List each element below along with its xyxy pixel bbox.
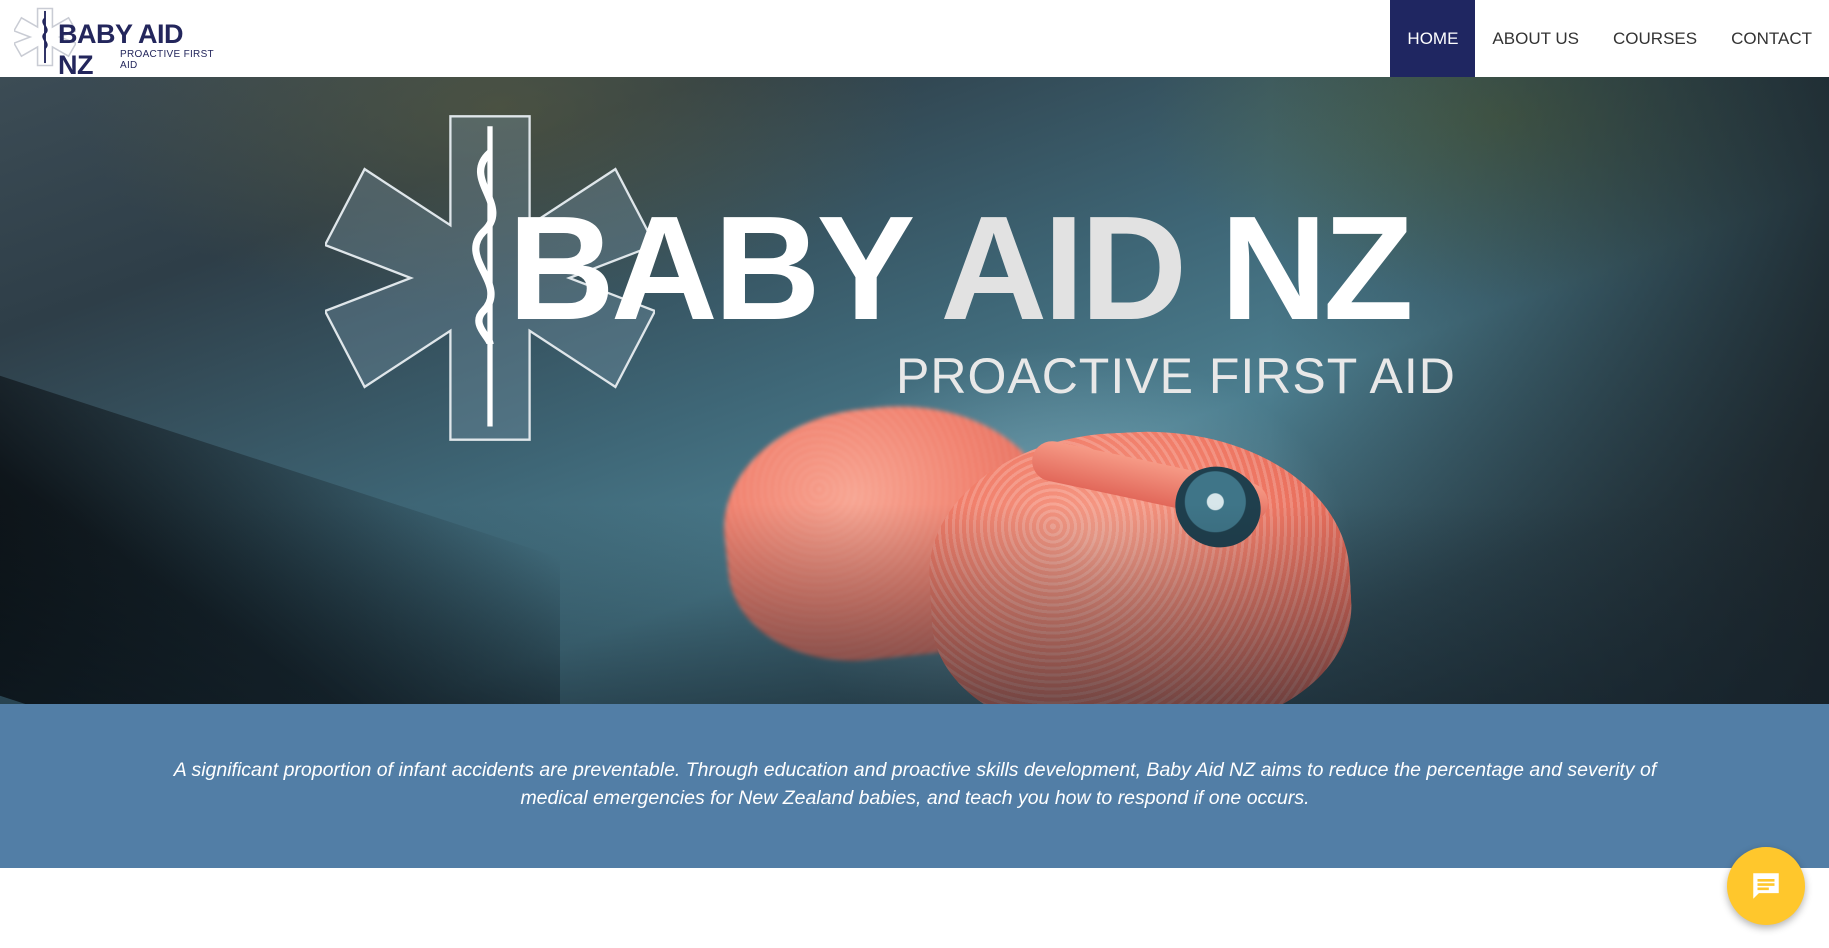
main-nav: HOME ABOUT US COURSES CONTACT	[1390, 0, 1829, 77]
mission-text: A significant proportion of infant accid…	[173, 759, 1657, 809]
nav-courses[interactable]: COURSES	[1596, 0, 1714, 77]
hero-title-part3: NZ	[1220, 186, 1413, 351]
hero-subtitle: PROACTIVE FIRST AID	[896, 348, 1456, 404]
hero-title-part2: AID	[940, 186, 1187, 351]
site-header: BABY AID NZ PROACTIVE FIRST AID HOME ABO…	[0, 0, 1829, 80]
nav-about-us[interactable]: ABOUT US	[1475, 0, 1596, 77]
chat-button[interactable]	[1727, 847, 1805, 925]
site-logo[interactable]: BABY AID NZ PROACTIVE FIRST AID	[14, 6, 224, 80]
hero-banner: BABY AID NZ PROACTIVE FIRST AID	[0, 77, 1829, 704]
mission-banner: A significant proportion of infant accid…	[0, 704, 1829, 868]
hero-title-part1: BABY	[508, 186, 913, 351]
nav-contact[interactable]: CONTACT	[1714, 0, 1829, 77]
logo-subtitle: PROACTIVE FIRST AID	[120, 49, 214, 71]
nav-home[interactable]: HOME	[1390, 0, 1476, 77]
hero-floor	[0, 504, 1829, 704]
hero-title: BABY AID NZ	[508, 195, 1414, 343]
chat-bubble-icon	[1753, 873, 1779, 899]
